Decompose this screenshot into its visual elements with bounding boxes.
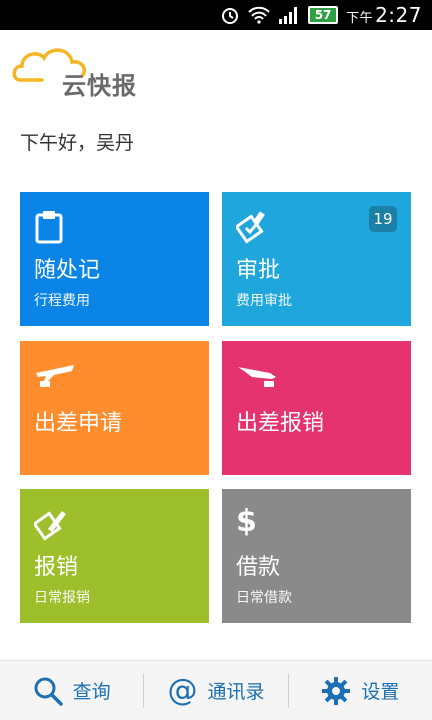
gear-icon [321, 676, 351, 706]
battery-indicator: 57 [308, 6, 339, 24]
approve-stamp-icon [234, 210, 266, 244]
tile-chuchai-shenqing[interactable]: 出差申请 [20, 341, 209, 475]
nav-label: 查询 [72, 681, 111, 703]
tile-title: 出差报销 [236, 411, 325, 436]
app-logo: 云快报 [12, 36, 152, 100]
tile-shenpi[interactable]: 19 审批 费用审批 [222, 192, 411, 326]
tile-subtitle: 行程费用 [34, 293, 90, 309]
greeting-text: 下午好，吴丹 [20, 132, 135, 154]
clipboard-icon [34, 210, 64, 244]
tile-jiekuan[interactable]: $ 借款 日常借款 [222, 489, 411, 623]
wifi-icon [248, 6, 270, 24]
nav-query-button[interactable]: 查询 [0, 661, 143, 720]
pen-edit-icon [32, 507, 66, 541]
tile-title: 报销 [34, 555, 79, 580]
tile-subtitle: 日常报销 [34, 590, 90, 606]
clock: 下午 2:27 [346, 3, 422, 27]
tile-subtitle: 费用审批 [236, 293, 292, 309]
nav-label: 设置 [361, 681, 400, 703]
plane-landing-icon [236, 359, 278, 389]
tile-subtitle: 日常借款 [236, 590, 292, 606]
pending-count-badge: 19 [369, 206, 397, 232]
tile-title: 出差申请 [34, 411, 123, 436]
app-name: 云快报 [62, 72, 137, 100]
tile-chuchai-baoxiao[interactable]: 出差报销 [222, 341, 411, 475]
search-icon [33, 676, 63, 706]
nav-settings-button[interactable]: 设置 [289, 661, 432, 720]
tile-baoxiao[interactable]: 报销 日常报销 [20, 489, 209, 623]
plane-takeoff-icon [34, 359, 76, 389]
bottom-nav-bar: 查询 @ 通讯录 设置 [0, 660, 432, 720]
dollar-icon: $ [236, 504, 257, 539]
tile-title: 借款 [236, 555, 281, 580]
tile-title: 随处记 [34, 258, 101, 283]
nav-label: 通讯录 [207, 681, 265, 703]
tile-suichuji[interactable]: 随处记 行程费用 [20, 192, 209, 326]
alarm-icon [220, 5, 240, 25]
status-bar: 57 下午 2:27 [0, 0, 432, 30]
at-icon: @ [167, 672, 198, 708]
signal-icon [278, 6, 300, 24]
nav-contacts-button[interactable]: @ 通讯录 [144, 661, 287, 720]
tile-title: 审批 [236, 258, 281, 283]
